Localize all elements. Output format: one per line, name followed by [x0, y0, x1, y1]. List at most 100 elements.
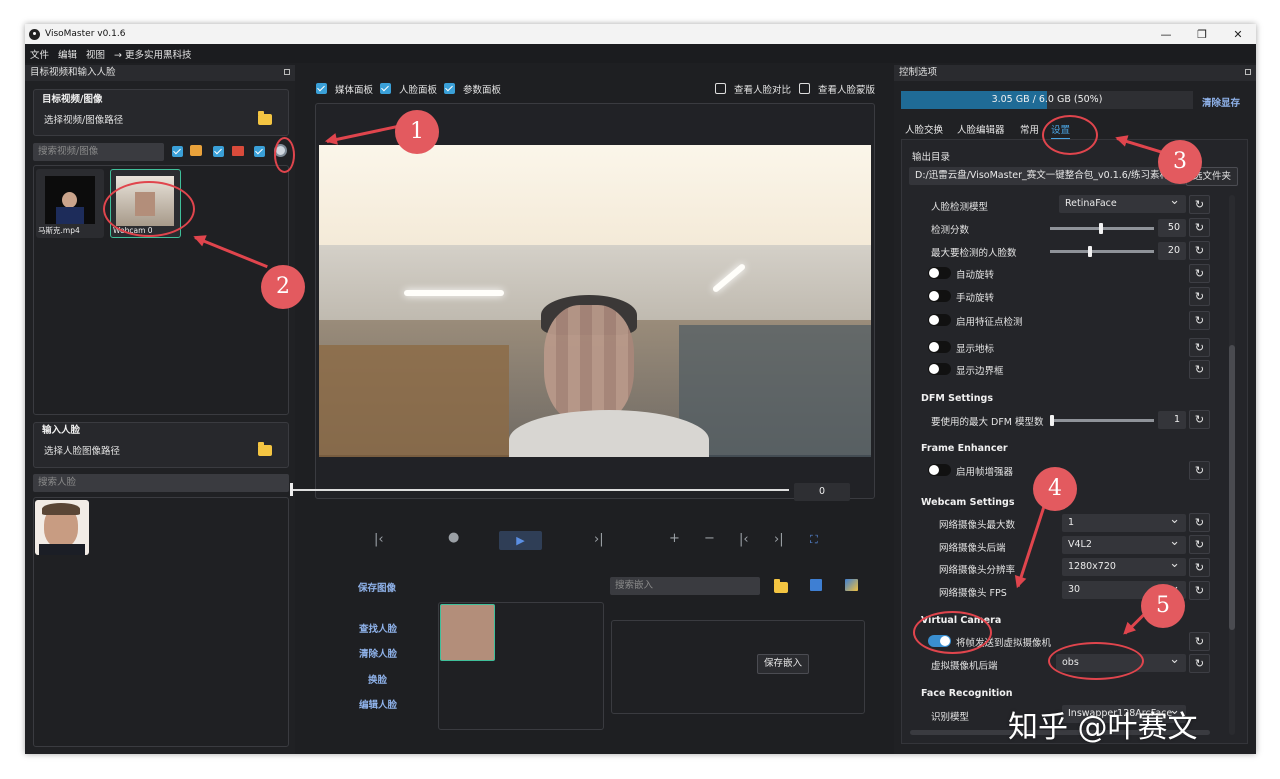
annotation-marker-1: 1: [395, 110, 439, 154]
reset-icon[interactable]: ↻: [1189, 513, 1210, 532]
reset-icon[interactable]: ↻: [1189, 195, 1210, 214]
clear-faces-button[interactable]: 清除人脸: [359, 646, 397, 660]
face-folder-icon[interactable]: [258, 442, 272, 456]
tab-face-editor[interactable]: 人脸编辑器: [957, 122, 1005, 136]
detect-score-handle[interactable]: [1099, 223, 1103, 234]
output-dir-value: D:/迅雷云盘/VisoMaster_赛文一键整合包_v0.1.6/练习素材: [915, 170, 1170, 181]
face-thumb-musk[interactable]: [35, 500, 89, 555]
manual-rotate-toggle[interactable]: [928, 290, 951, 302]
undock-icon[interactable]: [284, 69, 290, 75]
add-marker-icon[interactable]: +: [669, 531, 680, 546]
timeline-handle[interactable]: [290, 483, 293, 496]
prev-segment-icon[interactable]: |‹: [374, 532, 384, 547]
compare-checkbox[interactable]: [715, 83, 726, 94]
frame-enhancer-toggle[interactable]: [928, 464, 951, 476]
pixelated-face: [544, 305, 634, 425]
max-faces-value[interactable]: 20: [1158, 242, 1186, 260]
next-marker-icon[interactable]: ›|: [774, 532, 784, 547]
frame-enhancer-title: Frame Enhancer: [921, 443, 1008, 454]
webcam-backend-select[interactable]: V4L2: [1062, 533, 1186, 554]
open-embed-folder-icon[interactable]: [774, 579, 788, 593]
find-faces-button[interactable]: 查找人脸: [359, 621, 397, 635]
reset-icon[interactable]: ↻: [1189, 218, 1210, 237]
filter-video-checkbox[interactable]: [213, 146, 224, 157]
param-panel-checkbox[interactable]: [444, 83, 455, 94]
minimize-button[interactable]: —: [1148, 24, 1184, 44]
max-faces-handle[interactable]: [1088, 246, 1092, 257]
reset-icon[interactable]: ↻: [1189, 287, 1210, 306]
dfm-handle[interactable]: [1050, 415, 1054, 426]
reset-icon[interactable]: ↻: [1189, 311, 1210, 330]
reset-icon[interactable]: ↻: [1189, 654, 1210, 673]
memory-bar: 3.05 GB / 6.0 GB (50%): [901, 91, 1193, 109]
load-embed-icon[interactable]: [845, 579, 858, 591]
play-button[interactable]: ▶: [499, 531, 542, 550]
reset-icon[interactable]: ↻: [1189, 338, 1210, 357]
reset-icon[interactable]: ↻: [1189, 264, 1210, 283]
annotation-ring: [103, 181, 195, 237]
next-segment-icon[interactable]: ›|: [594, 532, 604, 547]
save-image-button[interactable]: 保存图像: [358, 580, 396, 594]
dfm-max-label: 要使用的最大 DFM 模型数: [931, 417, 1044, 428]
frame-number-field[interactable]: 0: [794, 483, 850, 501]
reset-icon[interactable]: ↻: [1189, 360, 1210, 379]
reset-icon[interactable]: ↻: [1189, 461, 1210, 480]
face-panel-checkbox[interactable]: [380, 83, 391, 94]
reset-icon[interactable]: ↻: [1189, 410, 1210, 429]
target-folder-icon[interactable]: [258, 111, 272, 125]
undock-icon[interactable]: [1245, 69, 1251, 75]
reset-icon[interactable]: ↻: [1189, 632, 1210, 651]
webcam-max-select[interactable]: 1: [1062, 511, 1186, 532]
tab-common[interactable]: 常用: [1020, 122, 1039, 136]
filter-webcam-checkbox[interactable]: [254, 146, 265, 157]
detected-face-thumb[interactable]: [440, 604, 495, 661]
save-embed-icon[interactable]: [810, 579, 822, 591]
edit-faces-button[interactable]: 编辑人脸: [359, 697, 397, 711]
app-logo-icon: [29, 28, 40, 40]
detect-model-select[interactable]: RetinaFace: [1059, 192, 1186, 213]
dfm-slider[interactable]: [1050, 419, 1154, 422]
media-panel-checkbox[interactable]: [316, 83, 327, 94]
webcam-res-select[interactable]: 1280x720: [1062, 555, 1186, 576]
reset-icon[interactable]: ↻: [1189, 581, 1210, 600]
save-embed-button[interactable]: 保存嵌入: [757, 654, 809, 674]
search-face-input[interactable]: 搜索人脸: [33, 474, 289, 492]
landmark-toggle[interactable]: [928, 314, 951, 326]
window-title: VisoMaster v0.1.6: [45, 29, 126, 39]
reset-icon[interactable]: ↻: [1189, 535, 1210, 554]
record-icon[interactable]: ●: [448, 530, 459, 545]
clear-memory-button[interactable]: 清除显存: [1202, 95, 1240, 109]
close-button[interactable]: ✕: [1220, 24, 1256, 44]
settings-scrollbar-thumb[interactable]: [1229, 345, 1235, 630]
thumb-video-musk[interactable]: 马斯克.mp4: [36, 169, 104, 238]
max-faces-slider[interactable]: [1050, 250, 1154, 253]
menu-edit[interactable]: 编辑: [58, 47, 77, 61]
compare-label: 查看人脸对比: [734, 85, 792, 96]
menu-more-tools[interactable]: → 更多实用黑科技: [114, 47, 191, 61]
restore-button[interactable]: ❐: [1184, 24, 1220, 44]
landmark-label: 启用特征点检测: [956, 317, 1023, 328]
search-target-input[interactable]: 搜索视频/图像: [33, 143, 164, 161]
reset-icon[interactable]: ↻: [1189, 241, 1210, 260]
search-embed-input[interactable]: 搜索嵌入: [610, 577, 760, 595]
fullscreen-icon[interactable]: ⛶: [810, 533, 818, 547]
show-landmarks-toggle[interactable]: [928, 341, 951, 353]
dfm-value[interactable]: 1: [1158, 411, 1186, 429]
filter-image-checkbox[interactable]: [172, 146, 183, 157]
output-dir-field[interactable]: D:/迅雷云盘/VisoMaster_赛文一键整合包_v0.1.6/练习素材: [909, 167, 1196, 185]
show-bbox-toggle[interactable]: [928, 363, 951, 375]
detect-score-value[interactable]: 50: [1158, 219, 1186, 237]
prev-marker-icon[interactable]: |‹: [739, 532, 749, 547]
swap-faces-button[interactable]: 换脸: [368, 672, 387, 686]
face-path-label: 选择人脸图像路径: [44, 446, 121, 457]
menu-file[interactable]: 文件: [30, 47, 49, 61]
mask-label: 查看人脸蒙版: [818, 85, 876, 96]
video-thumbnail-image: [45, 176, 95, 224]
remove-marker-icon[interactable]: −: [704, 531, 715, 546]
timeline-track[interactable]: [292, 489, 789, 491]
auto-rotate-toggle[interactable]: [928, 267, 951, 279]
menu-view[interactable]: 视图: [86, 47, 105, 61]
mask-checkbox[interactable]: [799, 83, 810, 94]
tab-face-swap[interactable]: 人脸交换: [905, 122, 943, 136]
reset-icon[interactable]: ↻: [1189, 558, 1210, 577]
